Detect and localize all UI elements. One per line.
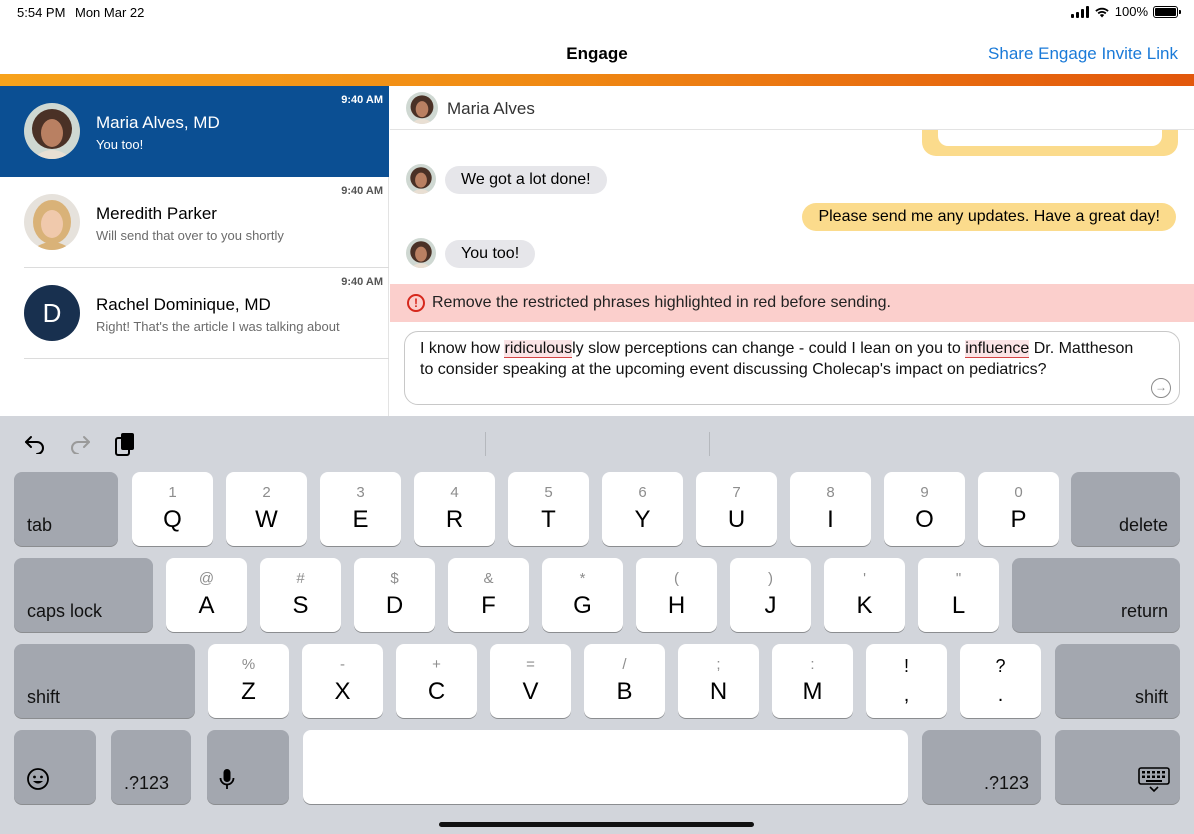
conversation-list: Maria Alves, MD You too! 9:40 AM Meredit… (0, 86, 389, 416)
restricted-phrase-warning: ! Remove the restricted phrases highligh… (390, 284, 1194, 322)
status-time: 5:54 PM (17, 5, 66, 20)
dismiss-keyboard-key[interactable] (1055, 730, 1180, 804)
key-n[interactable]: ; N (678, 644, 759, 718)
avatar (406, 164, 436, 194)
key-c[interactable]: + C (396, 644, 477, 718)
home-indicator (439, 822, 754, 827)
on-screen-keyboard: tab 1Q 2W 3E 4R 5T 6Y 7U 8I 9O 0P delete… (0, 416, 1194, 834)
key-j[interactable]: ) J (730, 558, 811, 632)
conversation-name: Meredith Parker (96, 204, 217, 223)
key-r[interactable]: 4R (414, 472, 495, 546)
key-w[interactable]: 2W (226, 472, 307, 546)
incoming-message: We got a lot done! (445, 166, 607, 194)
numbers-key-left[interactable]: .?123 (111, 730, 191, 804)
avatar: D (24, 285, 80, 341)
keyboard-dismiss-icon (1138, 767, 1170, 798)
redo-icon[interactable] (65, 430, 95, 458)
suggestion-divider (485, 432, 486, 456)
key-a[interactable]: @ A (166, 558, 247, 632)
key-m[interactable]: :M (772, 644, 853, 718)
right-shift-key[interactable]: shift (1055, 644, 1180, 718)
return-key[interactable]: return (1012, 558, 1180, 632)
share-invite-link-button[interactable]: Share Engage Invite Link (988, 44, 1178, 64)
conversation-time: 9:40 AM (341, 276, 383, 288)
suggestion-divider (709, 432, 710, 456)
key-b[interactable]: / B (584, 644, 665, 718)
battery-percent: 100% (1114, 4, 1148, 19)
warning-text: Remove the restricted phrases highlighte… (432, 294, 891, 311)
key-u[interactable]: 7U (696, 472, 777, 546)
avatar (406, 238, 436, 268)
emoji-icon (26, 767, 50, 796)
left-shift-key[interactable]: shift (14, 644, 195, 718)
key-y[interactable]: 6Y (602, 472, 683, 546)
composer-text: ly slow perceptions can change - could I… (572, 340, 966, 357)
key-z[interactable]: % Z (208, 644, 289, 718)
delete-key[interactable]: delete (1071, 472, 1180, 546)
microphone-icon (219, 767, 235, 796)
status-date: Mon Mar 22 (75, 5, 145, 20)
chat-header: Maria Alves (390, 86, 1194, 130)
conversation-preview: Will send that over to you shortly (96, 228, 284, 243)
cellular-signal-icon (1070, 5, 1089, 18)
key-k[interactable]: ' K (824, 558, 905, 632)
conversation-preview: You too! (96, 137, 144, 152)
key-v[interactable]: = V (490, 644, 571, 718)
key-l[interactable]: " L (918, 558, 999, 632)
conversation-name: Rachel Dominique, MD (96, 295, 271, 314)
key-x[interactable]: -X (302, 644, 383, 718)
key-h[interactable]: (H (636, 558, 717, 632)
key-i[interactable]: 8I (790, 472, 871, 546)
key-question-period[interactable]: ?. (960, 644, 1041, 718)
conversation-item[interactable]: D Rachel Dominique, MD Right! That's the… (0, 268, 389, 359)
outgoing-message: Please send me any updates. Have a great… (802, 203, 1176, 231)
space-key[interactable] (303, 730, 908, 804)
navigation-bar: Engage Share Engage Invite Link (0, 24, 1194, 74)
avatar (24, 103, 80, 159)
chat-pane: Maria Alves We got a lot done! Please se… (390, 86, 1194, 416)
key-d[interactable]: $ D (354, 558, 435, 632)
conversation-time: 9:40 AM (341, 94, 383, 106)
conversation-preview: Right! That's the article I was talking … (96, 319, 340, 334)
dictation-key[interactable] (207, 730, 289, 804)
divider (24, 358, 389, 359)
conversation-item[interactable]: Meredith Parker Will send that over to y… (0, 177, 389, 268)
avatar (406, 92, 438, 124)
key-q[interactable]: 1Q (132, 472, 213, 546)
conversation-item[interactable]: Maria Alves, MD You too! 9:40 AM (0, 86, 389, 177)
previous-message-bubble (922, 130, 1178, 156)
key-t[interactable]: 5T (508, 472, 589, 546)
caps-lock-key[interactable]: caps lock (14, 558, 153, 632)
key-g[interactable]: * G (542, 558, 623, 632)
wifi-icon (1095, 7, 1109, 17)
avatar (24, 194, 80, 250)
restricted-phrase: influence (965, 340, 1030, 358)
send-icon[interactable]: → (1151, 378, 1171, 398)
message-input[interactable]: I know how ridiculously slow perceptions… (404, 331, 1180, 405)
conversation-name: Maria Alves, MD (96, 113, 220, 132)
chat-contact-name: Maria Alves (447, 99, 535, 118)
accent-gradient-bar (0, 74, 1194, 86)
battery-icon (1153, 5, 1181, 18)
conversation-time: 9:40 AM (341, 185, 383, 197)
numbers-key-right[interactable]: .?123 (922, 730, 1041, 804)
status-bar: 5:54 PM Mon Mar 22 100% (0, 0, 1194, 24)
tab-key[interactable]: tab (14, 472, 118, 546)
key-s[interactable]: # S (260, 558, 341, 632)
key-o[interactable]: 9O (884, 472, 965, 546)
composer-text: I know how (420, 340, 505, 357)
key-e[interactable]: 3E (320, 472, 401, 546)
key-f[interactable]: & F (448, 558, 529, 632)
restricted-phrase: ridiculous (504, 340, 573, 358)
paste-icon[interactable] (110, 430, 140, 458)
key-exclamation-comma[interactable]: !, (866, 644, 947, 718)
incoming-message: You too! (445, 240, 536, 268)
key-p[interactable]: 0P (978, 472, 1059, 546)
undo-icon[interactable] (20, 430, 50, 458)
emoji-key[interactable] (14, 730, 96, 804)
alert-icon: ! (407, 294, 425, 312)
status-indicators: 100% (1070, 4, 1181, 19)
